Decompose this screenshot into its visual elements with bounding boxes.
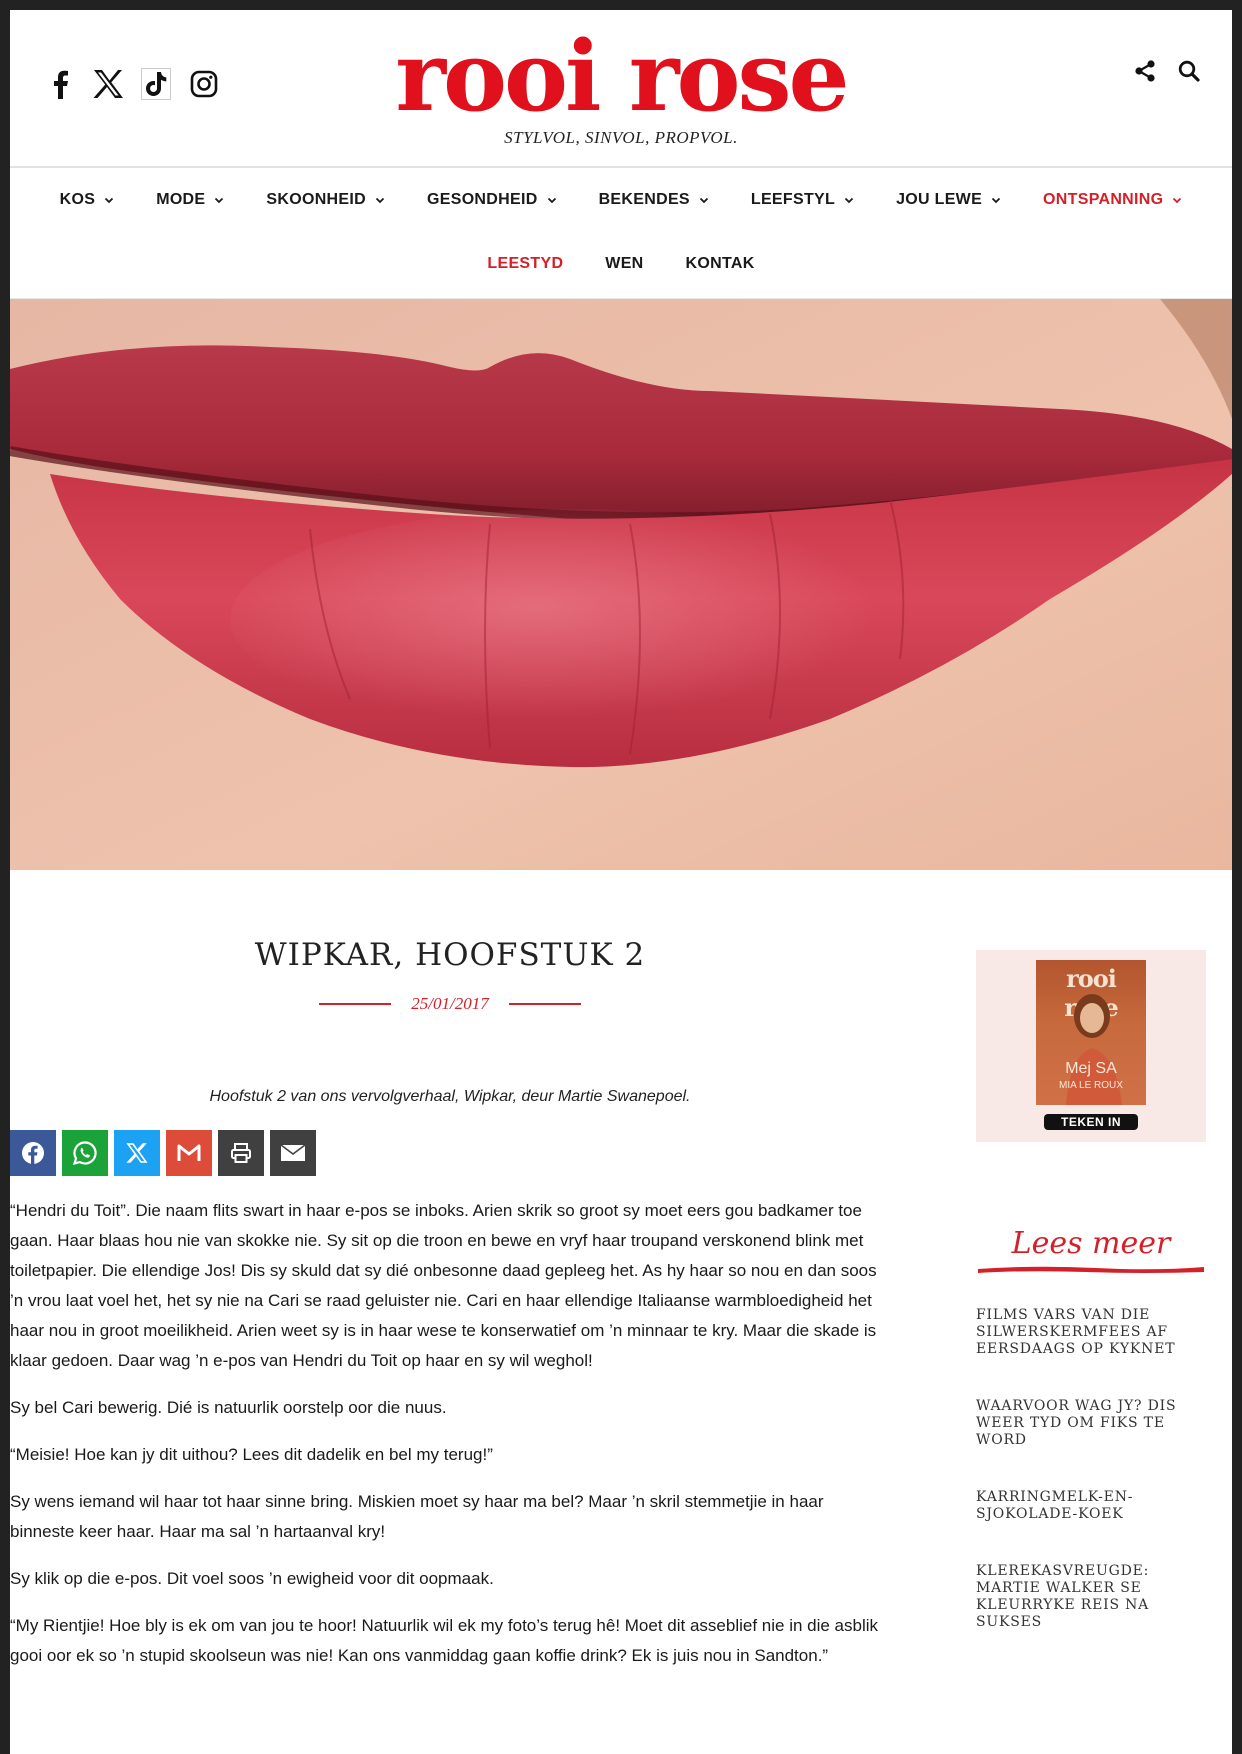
divider bbox=[319, 1002, 392, 1005]
nav-label: LEESTYD bbox=[487, 255, 564, 272]
nav-item-bekendes[interactable]: BEKENDES bbox=[599, 191, 709, 209]
nav-item-jou-lewe[interactable]: JOU LEWE bbox=[896, 191, 1001, 209]
nav-label: SKOONHEID bbox=[266, 191, 366, 208]
nav-item-kontak[interactable]: KONTAK bbox=[686, 255, 755, 273]
article-paragraph: Sy klik op die e-pos. Dit voel soos ’n e… bbox=[10, 1568, 494, 1588]
share-whatsapp-button[interactable] bbox=[62, 1129, 108, 1176]
site-header: rooi rose STYLVOL, SINVOL, PROPVOL. bbox=[10, 10, 1232, 168]
article-paragraph: Sy wens iemand wil haar tot haar sinne b… bbox=[10, 1491, 824, 1541]
chevron-down-icon bbox=[991, 197, 1001, 204]
article-paragraph: “My Rientjie! Hoe bly is ek om van jou t… bbox=[10, 1615, 879, 1665]
chevron-down-icon bbox=[547, 197, 556, 204]
whatsapp-icon bbox=[72, 1141, 97, 1165]
article-date: 25/01/2017 bbox=[411, 993, 489, 1013]
cover-headline: Mej SA bbox=[1065, 1060, 1117, 1077]
nav-item-wen[interactable]: WEN bbox=[605, 255, 643, 273]
related-article-link[interactable]: KARRINGMELK-EN-SJOKOLADE-KOEK bbox=[976, 1489, 1206, 1523]
article: WIPKAR, HOOFSTUK 2 25/01/2017 Hoofstuk 2… bbox=[10, 881, 890, 1688]
nav-item-leefstyl[interactable]: LEEFSTYL bbox=[751, 191, 854, 209]
main-navigation: KOS MODE SKOONHEID GESONDHEID BEKENDES L… bbox=[10, 168, 1232, 299]
chevron-down-icon bbox=[215, 197, 224, 204]
facebook-icon bbox=[22, 1141, 44, 1164]
brush-divider bbox=[978, 1266, 1204, 1273]
chevron-down-icon bbox=[105, 197, 114, 204]
article-intro: Hoofstuk 2 van ons vervolgverhaal, Wipka… bbox=[209, 1087, 691, 1105]
related-article-link[interactable]: WAARVOOR WAG JY? DIS WEER TYD OM FIKS TE… bbox=[976, 1398, 1206, 1449]
related-article-link[interactable]: KLEREKASVREUGDE: MARTIE WALKER SE KLEURR… bbox=[976, 1563, 1206, 1631]
article-body: “Hendri du Toit”. Die naam flits swart i… bbox=[10, 1196, 888, 1671]
magazine-cover: rooi rose Mej SA MIA LE ROUX bbox=[1036, 960, 1146, 1105]
nav-label: MODE bbox=[156, 191, 206, 208]
share-email-button[interactable] bbox=[270, 1129, 316, 1176]
lees-meer-heading: Lees meer bbox=[1011, 1226, 1171, 1261]
share-buttons bbox=[10, 1129, 890, 1176]
chevron-down-icon bbox=[699, 197, 709, 204]
cover-subline: MIA LE ROUX bbox=[1059, 1080, 1123, 1091]
article-paragraph: Sy bel Cari bewerig. Dié is natuurlik oo… bbox=[10, 1397, 447, 1417]
site-logo[interactable]: rooi rose bbox=[10, 22, 1232, 132]
nav-item-ontspanning[interactable]: ONTSPANNING bbox=[1043, 191, 1182, 209]
nav-label: KONTAK bbox=[685, 255, 755, 272]
hero-image-lips bbox=[10, 299, 1232, 870]
sidebar: rooi rose Mej SA MIA LE ROUX TEKEN IN Le… bbox=[976, 950, 1206, 1671]
magazine-subscribe-ad[interactable]: rooi rose Mej SA MIA LE ROUX TEKEN IN bbox=[976, 950, 1206, 1142]
print-icon bbox=[231, 1142, 251, 1163]
site-tagline: STYLVOL, SINVOL, PROPVOL. bbox=[504, 128, 738, 147]
article-paragraph: “Meisie! Hoe kan jy dit uithou? Lees dit… bbox=[10, 1444, 493, 1464]
email-icon bbox=[280, 1144, 306, 1161]
page: rooi rose STYLVOL, SINVOL, PROPVOL. KOS … bbox=[10, 10, 1232, 1754]
related-article-link[interactable]: FILMS VARS VAN DIE SILWERSKERMFEES AF EE… bbox=[976, 1307, 1206, 1358]
nav-label: GESONDHEID bbox=[427, 191, 538, 208]
subscribe-button[interactable]: TEKEN IN bbox=[1044, 1114, 1138, 1130]
gmail-icon bbox=[177, 1144, 201, 1161]
divider bbox=[508, 1002, 581, 1005]
chevron-down-icon bbox=[1173, 197, 1182, 204]
nav-label: ONTSPANNING bbox=[1043, 191, 1164, 208]
nav-label: LEEFSTYL bbox=[750, 191, 836, 208]
related-articles: FILMS VARS VAN DIE SILWERSKERMFEES AF EE… bbox=[976, 1307, 1206, 1631]
header-actions bbox=[1128, 54, 1206, 88]
nav-item-gesondheid[interactable]: GESONDHEID bbox=[427, 191, 557, 209]
share-print-button[interactable] bbox=[218, 1129, 264, 1176]
nav-item-skoonheid[interactable]: SKOONHEID bbox=[266, 191, 385, 209]
nav-item-kos[interactable]: KOS bbox=[60, 191, 115, 209]
chevron-down-icon bbox=[844, 197, 854, 204]
search-icon[interactable] bbox=[1172, 54, 1206, 88]
nav-row-primary: KOS MODE SKOONHEID GESONDHEID BEKENDES L… bbox=[10, 168, 1232, 232]
article-date-row: 25/01/2017 bbox=[10, 994, 890, 1014]
nav-row-secondary: LEESTYD WEN KONTAK bbox=[10, 232, 1232, 296]
share-gmail-button[interactable] bbox=[166, 1129, 212, 1176]
share-x-button[interactable] bbox=[114, 1129, 160, 1176]
chevron-down-icon bbox=[375, 197, 385, 204]
nav-label: JOU LEWE bbox=[896, 191, 983, 208]
nav-item-mode[interactable]: MODE bbox=[156, 191, 224, 209]
nav-label: KOS bbox=[59, 191, 96, 208]
article-paragraph: “Hendri du Toit”. Die naam flits swart i… bbox=[10, 1200, 877, 1370]
share-icon[interactable] bbox=[1128, 54, 1162, 88]
x-icon bbox=[126, 1142, 148, 1163]
article-title: WIPKAR, HOOFSTUK 2 bbox=[254, 937, 646, 973]
share-facebook-button[interactable] bbox=[10, 1129, 56, 1176]
nav-item-leestyd[interactable]: LEESTYD bbox=[487, 255, 563, 273]
nav-label: WEN bbox=[605, 255, 644, 272]
nav-label: BEKENDES bbox=[598, 191, 690, 208]
